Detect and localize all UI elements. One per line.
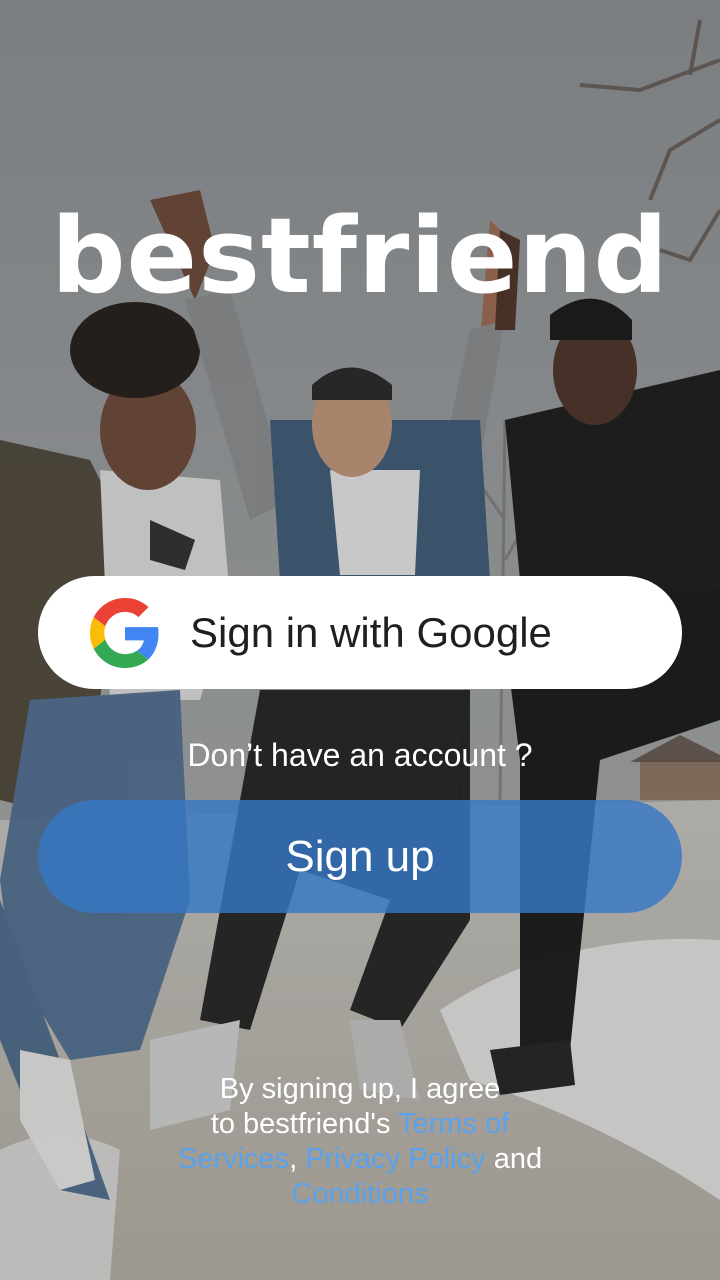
terms-line-3: Services, Privacy Policy and: [0, 1142, 720, 1177]
account-prompt: Don’t have an account ?: [187, 737, 533, 773]
terms-prefix: to bestfriend's: [210, 1108, 398, 1140]
terms-of-services-link-cont[interactable]: Services: [178, 1143, 289, 1175]
login-screen: bestfriend Sign in with Google Don’t hav…: [0, 0, 720, 1280]
terms-and: and: [485, 1143, 543, 1175]
terms-line-2: to bestfriend's Terms of: [0, 1107, 720, 1142]
sign-in-with-google-button[interactable]: Sign in with Google: [38, 576, 682, 689]
conditions-link[interactable]: Conditions: [291, 1178, 428, 1210]
sign-up-button[interactable]: Sign up: [38, 800, 682, 913]
terms-line-1: By signing up, I agree: [219, 1073, 501, 1105]
terms-of-services-link[interactable]: Terms of: [398, 1108, 509, 1140]
terms-comma: ,: [289, 1143, 298, 1175]
terms-text: By signing up, I agree to bestfriend's T…: [0, 1072, 720, 1212]
google-g-icon: [90, 597, 159, 668]
google-button-label: Sign in with Google: [190, 608, 552, 656]
privacy-policy-link[interactable]: Privacy Policy: [305, 1143, 486, 1175]
terms-line-4: Conditions: [0, 1177, 720, 1212]
app-logo: bestfriend: [51, 195, 669, 317]
